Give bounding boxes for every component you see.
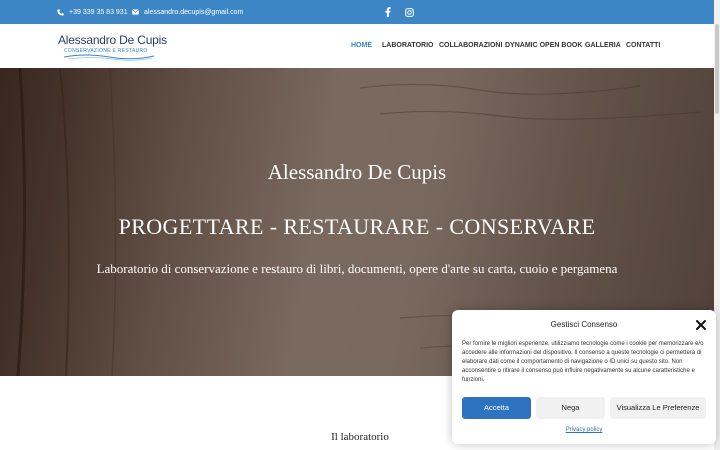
instagram-icon [405,7,414,17]
phone-contact[interactable]: +39 339 35 83 931 [57,0,128,24]
preferences-button[interactable]: Visualizza Le Preferenze [610,397,706,419]
close-icon[interactable] [695,319,707,331]
envelope-icon [132,9,139,15]
nav-contatti[interactable]: CONTATTI [626,24,660,68]
consent-title: Gestisci Consenso [550,320,618,329]
facebook-link[interactable] [385,0,391,24]
nav-laboratorio[interactable]: LABORATORIO [382,24,433,68]
hero-subtitle: Laboratorio di conservazione e restauro … [96,261,618,276]
top-bar: +39 339 35 83 931 alessandro.decupis@gma… [0,0,720,24]
consent-dialog: Gestisci Consenso Per fornire le miglior… [452,310,716,444]
privacy-policy-link[interactable]: Privacy policy [452,427,716,433]
hero-name: Alessandro De Cupis [267,160,447,184]
nav-dynamic-open-book[interactable]: DYNAMIC OPEN BOOK [505,24,582,68]
facebook-icon [385,7,391,17]
consent-text: Per fornire le migliori esperienze, util… [462,341,704,383]
accept-button[interactable]: Accetta [462,397,531,419]
email-address: alessandro.decupis@gmail.com [144,8,244,16]
hero-tagline: PROGETTARE - RESTAURARE - CONSERVARE [118,214,596,239]
deny-button[interactable]: Nega [536,397,605,419]
email-contact[interactable]: alessandro.decupis@gmail.com [132,0,243,24]
nav-home[interactable]: HOME [351,24,372,68]
phone-number: +39 339 35 83 931 [69,8,128,16]
instagram-link[interactable] [405,0,414,24]
main-nav: HOME LABORATORIO COLLABORAZIONI DYNAMIC … [0,24,720,68]
scrollbar-thumb[interactable] [715,24,719,114]
nav-galleria[interactable]: GALLERIA [585,24,621,68]
phone-icon [57,8,64,16]
nav-collaborazioni[interactable]: COLLABORAZIONI [439,24,502,68]
